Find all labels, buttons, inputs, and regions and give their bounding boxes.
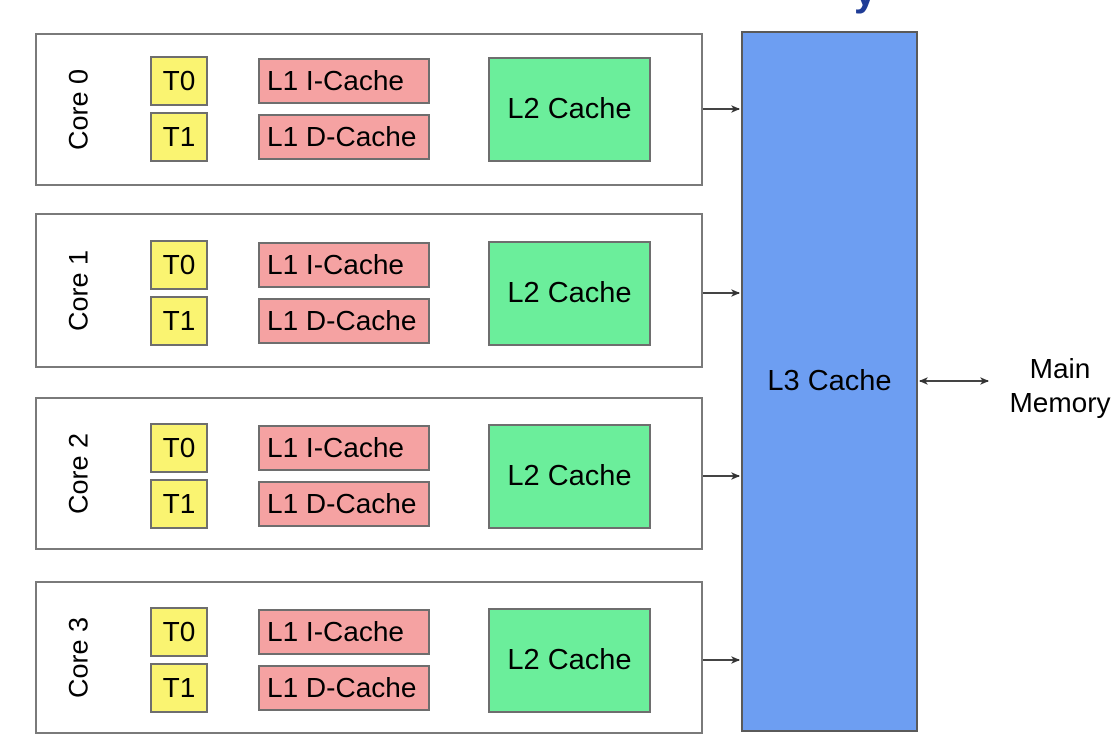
thread-box-core0-t1[interactable]: T1 [150, 112, 208, 162]
thread-box-core3-t1[interactable]: T1 [150, 663, 208, 713]
l2-cache-box-core0[interactable]: L2 Cache [488, 57, 651, 162]
l1-i-cache-box-core1[interactable]: L1 I-Cache [258, 242, 430, 288]
thread-box-core3-t0[interactable]: T0 [150, 607, 208, 657]
l1-i-cache-box-core3[interactable]: L1 I-Cache [258, 609, 430, 655]
l2-cache-box-core3[interactable]: L2 Cache [488, 608, 651, 713]
l3-cache-box[interactable]: L3 Cache [741, 31, 918, 732]
main-memory-line-2: Memory [1009, 387, 1111, 419]
main-memory-label: Main Memory [1004, 352, 1116, 420]
thread-box-core2-t0[interactable]: T0 [150, 423, 208, 473]
cpu-cache-hierarchy-diagram: y [0, 0, 1120, 756]
l1-i-cache-box-core0[interactable]: L1 I-Cache [258, 58, 430, 104]
thread-box-core2-t1[interactable]: T1 [150, 479, 208, 529]
core-label-1: Core 1 [63, 249, 94, 332]
thread-box-core1-t1[interactable]: T1 [150, 296, 208, 346]
l2-cache-box-core1[interactable]: L2 Cache [488, 241, 651, 346]
thread-box-core1-t0[interactable]: T0 [150, 240, 208, 290]
l1-i-cache-box-core2[interactable]: L1 I-Cache [258, 425, 430, 471]
l1-d-cache-box-core0[interactable]: L1 D-Cache [258, 114, 430, 160]
l1-d-cache-box-core3[interactable]: L1 D-Cache [258, 665, 430, 711]
core-label-3: Core 3 [63, 616, 94, 699]
core-label-2: Core 2 [63, 432, 94, 515]
core-label-0: Core 0 [63, 68, 94, 151]
thread-box-core0-t0[interactable]: T0 [150, 56, 208, 106]
l2-cache-box-core2[interactable]: L2 Cache [488, 424, 651, 529]
l1-d-cache-box-core1[interactable]: L1 D-Cache [258, 298, 430, 344]
main-memory-line-1: Main [1029, 353, 1091, 384]
l1-d-cache-box-core2[interactable]: L1 D-Cache [258, 481, 430, 527]
